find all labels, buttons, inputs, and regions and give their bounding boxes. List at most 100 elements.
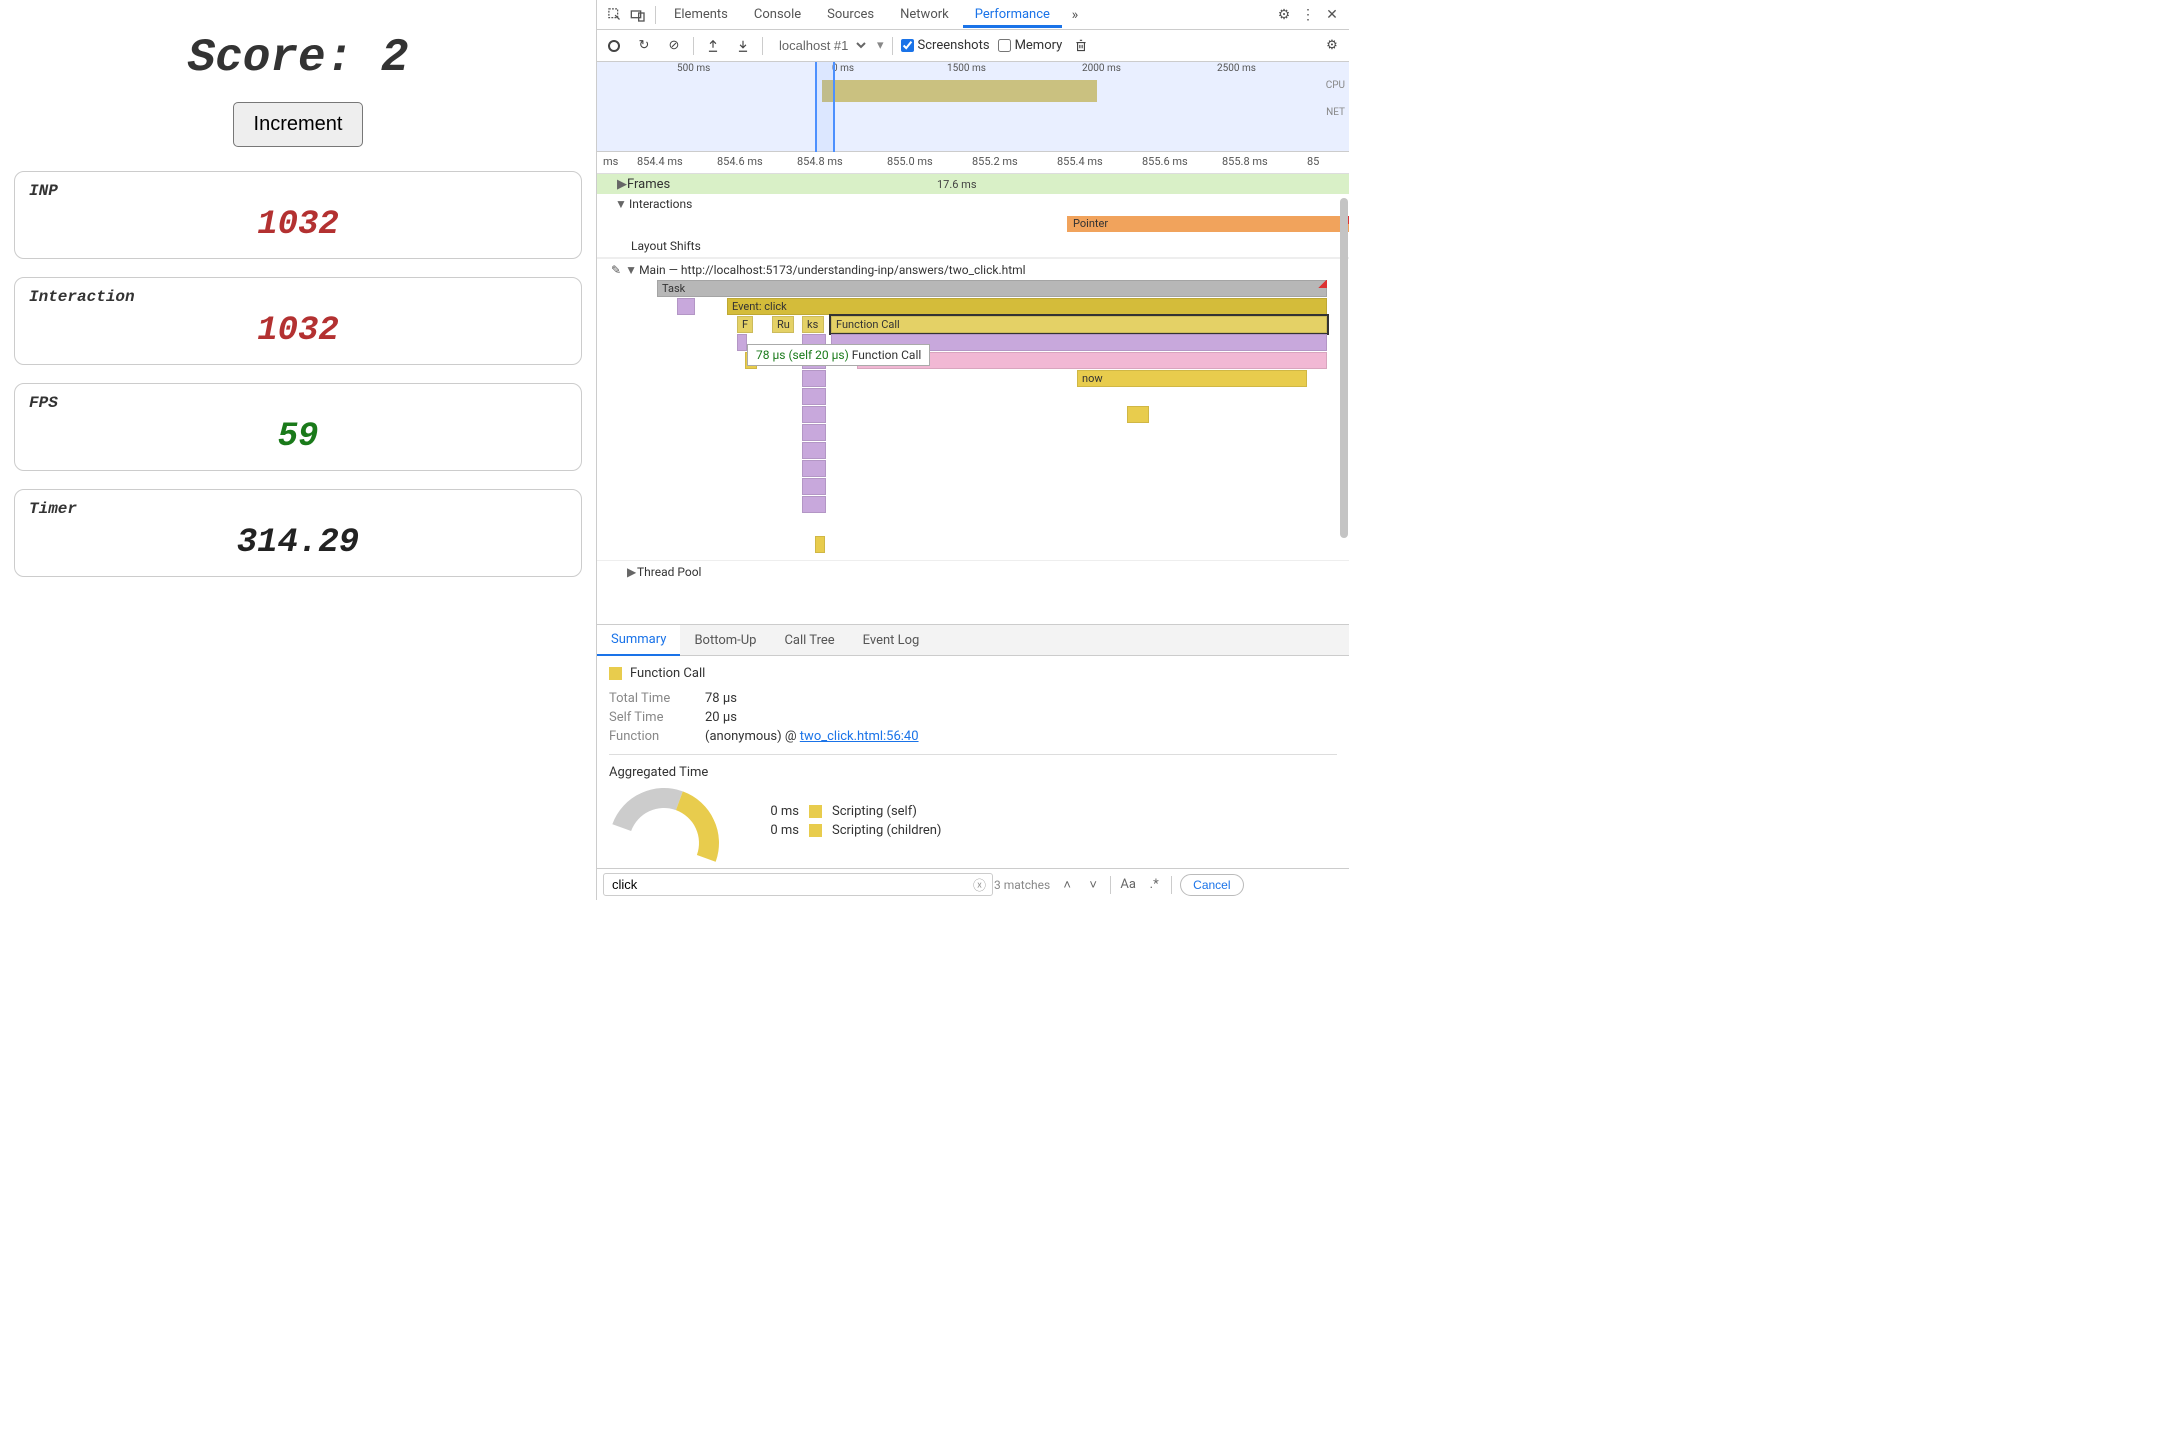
overview-viewport-handle[interactable] xyxy=(815,62,835,152)
flame-tooltip: 78 µs (self 20 µs) Function Call xyxy=(747,344,930,366)
reload-record-icon[interactable]: ↻ xyxy=(633,35,655,57)
flame-bar[interactable] xyxy=(802,496,826,513)
screenshots-checkbox[interactable]: Screenshots xyxy=(901,38,990,53)
perf-search-bar: ⓧ 3 matches ˄ ˅ Aa .* Cancel xyxy=(597,868,1349,900)
ruler-tick: ms xyxy=(603,155,618,168)
dtab-summary[interactable]: Summary xyxy=(597,625,680,656)
main-thread-header[interactable]: ✎ ▼ Main — http://localhost:5173/underst… xyxy=(597,258,1349,280)
chevron-right-icon[interactable]: ▶ xyxy=(627,565,637,579)
ruler-tick: 855.4 ms xyxy=(1057,155,1103,168)
tab-elements[interactable]: Elements xyxy=(662,1,740,28)
search-match-count: 3 matches xyxy=(994,878,1050,892)
chevron-right-icon[interactable]: ▶ xyxy=(617,177,627,192)
flame-fn[interactable]: Ru xyxy=(772,316,794,333)
long-task-marker-icon xyxy=(1317,280,1327,288)
scrollbar-thumb[interactable] xyxy=(1340,198,1348,538)
inspect-icon[interactable] xyxy=(603,4,625,26)
metric-label: Timer xyxy=(29,500,567,518)
tooltip-duration: 78 µs (self 20 µs) xyxy=(756,348,849,362)
pointer-event-bar[interactable]: Pointer xyxy=(1067,216,1349,232)
prev-match-icon[interactable]: ˄ xyxy=(1058,876,1076,894)
dtab-call-tree[interactable]: Call Tree xyxy=(770,626,848,655)
edit-icon[interactable]: ✎ xyxy=(611,263,621,277)
interactions-label: Interactions xyxy=(629,197,692,211)
perf-overview[interactable]: 500 ms 0 ms 1500 ms 2000 ms 2500 ms CPU … xyxy=(597,62,1349,152)
layout-shifts-row[interactable]: Layout Shifts xyxy=(597,234,1349,258)
ruler-tick: 500 ms xyxy=(677,63,710,74)
search-input[interactable] xyxy=(603,873,993,896)
session-select[interactable]: localhost #1 xyxy=(771,35,869,56)
ruler-tick: 2500 ms xyxy=(1217,63,1256,74)
regex-icon[interactable]: .* xyxy=(1145,876,1163,894)
flame-bar[interactable] xyxy=(815,536,825,553)
flame-bar[interactable] xyxy=(802,406,826,423)
dtab-event-log[interactable]: Event Log xyxy=(849,626,934,655)
flame-event-click[interactable]: Event: click xyxy=(727,298,1327,315)
download-icon[interactable] xyxy=(732,35,754,57)
flame-bar[interactable] xyxy=(802,424,826,441)
clear-search-icon[interactable]: ⓧ xyxy=(973,875,986,894)
upload-icon[interactable] xyxy=(702,35,724,57)
cancel-button[interactable]: Cancel xyxy=(1180,874,1243,896)
device-toggle-icon[interactable] xyxy=(627,4,649,26)
flame-fn[interactable]: ks xyxy=(802,316,824,333)
screenshots-input[interactable] xyxy=(901,39,914,52)
memory-checkbox[interactable]: Memory xyxy=(998,38,1063,53)
close-icon[interactable]: ✕ xyxy=(1321,4,1343,26)
devtools-pane: Elements Console Sources Network Perform… xyxy=(596,0,1349,900)
flame-bar[interactable] xyxy=(802,478,826,495)
tab-sources[interactable]: Sources xyxy=(815,1,886,28)
thread-pool-header[interactable]: ▶ Thread Pool xyxy=(597,560,1349,582)
timeline-ruler[interactable]: ms 854.4 ms 854.6 ms 854.8 ms 855.0 ms 8… xyxy=(597,152,1349,174)
function-source-link[interactable]: two_click.html:56:40 xyxy=(800,729,919,744)
summary-panel: Function Call Total Time 78 µs Self Time… xyxy=(597,656,1349,868)
color-swatch-icon xyxy=(609,667,622,680)
cpu-label: CPU xyxy=(1326,80,1345,91)
chevron-down-icon[interactable]: ▼ xyxy=(615,197,625,211)
devtools-tabbar: Elements Console Sources Network Perform… xyxy=(597,0,1349,30)
match-case-icon[interactable]: Aa xyxy=(1119,876,1137,894)
tab-performance[interactable]: Performance xyxy=(963,1,1062,28)
dtab-bottom-up[interactable]: Bottom-Up xyxy=(680,626,770,655)
flame-now[interactable]: now xyxy=(1077,370,1307,387)
tab-console[interactable]: Console xyxy=(742,1,813,28)
chevron-down-icon[interactable]: ▼ xyxy=(625,263,635,277)
scrollbar[interactable] xyxy=(1339,174,1349,624)
flame-bar[interactable] xyxy=(737,334,747,351)
flame-fn[interactable]: F xyxy=(737,316,753,333)
divider xyxy=(655,6,656,24)
flame-bar[interactable] xyxy=(1127,406,1149,423)
color-swatch-icon xyxy=(809,824,822,837)
memory-input[interactable] xyxy=(998,39,1011,52)
flame-chart[interactable]: Task Event: click F Ru ks Function Call … xyxy=(597,280,1349,560)
flame-bar[interactable] xyxy=(802,442,826,459)
kebab-icon[interactable]: ⋮ xyxy=(1297,4,1319,26)
interactions-header[interactable]: ▼ Interactions xyxy=(597,194,1349,214)
more-tabs-icon[interactable]: » xyxy=(1064,4,1086,26)
color-swatch-icon xyxy=(809,805,822,818)
timeline-tracks[interactable]: ▶ Frames 17.6 ms ▼ Interactions Pointer … xyxy=(597,174,1349,624)
gc-icon[interactable] xyxy=(1070,35,1092,57)
frames-track[interactable]: ▶ Frames 17.6 ms xyxy=(597,174,1349,194)
divider xyxy=(762,37,763,55)
settings-icon[interactable]: ⚙ xyxy=(1273,4,1295,26)
ruler-tick: 855.0 ms xyxy=(887,155,933,168)
flame-bar[interactable] xyxy=(802,370,826,387)
next-match-icon[interactable]: ˅ xyxy=(1084,876,1102,894)
flame-task[interactable]: Task xyxy=(657,280,1327,297)
tooltip-name: Function Call xyxy=(852,348,922,362)
perf-settings-icon[interactable]: ⚙ xyxy=(1321,35,1343,57)
metric-label: FPS xyxy=(29,394,567,412)
flame-bar[interactable] xyxy=(802,388,826,405)
ruler-tick: 855.8 ms xyxy=(1222,155,1268,168)
flame-bar[interactable] xyxy=(677,298,695,315)
clear-icon[interactable]: ⊘ xyxy=(663,35,685,57)
flame-bar[interactable] xyxy=(802,460,826,477)
kv-function: Function (anonymous) @ two_click.html:56… xyxy=(609,729,1337,744)
increment-button[interactable]: Increment xyxy=(233,102,364,147)
tab-network[interactable]: Network xyxy=(888,1,961,28)
record-icon[interactable] xyxy=(603,35,625,57)
metric-card-inp: INP 1032 xyxy=(14,171,582,259)
agg-row: 0 ms Scripting (self) xyxy=(749,804,941,819)
flame-function-call[interactable]: Function Call xyxy=(831,316,1327,333)
